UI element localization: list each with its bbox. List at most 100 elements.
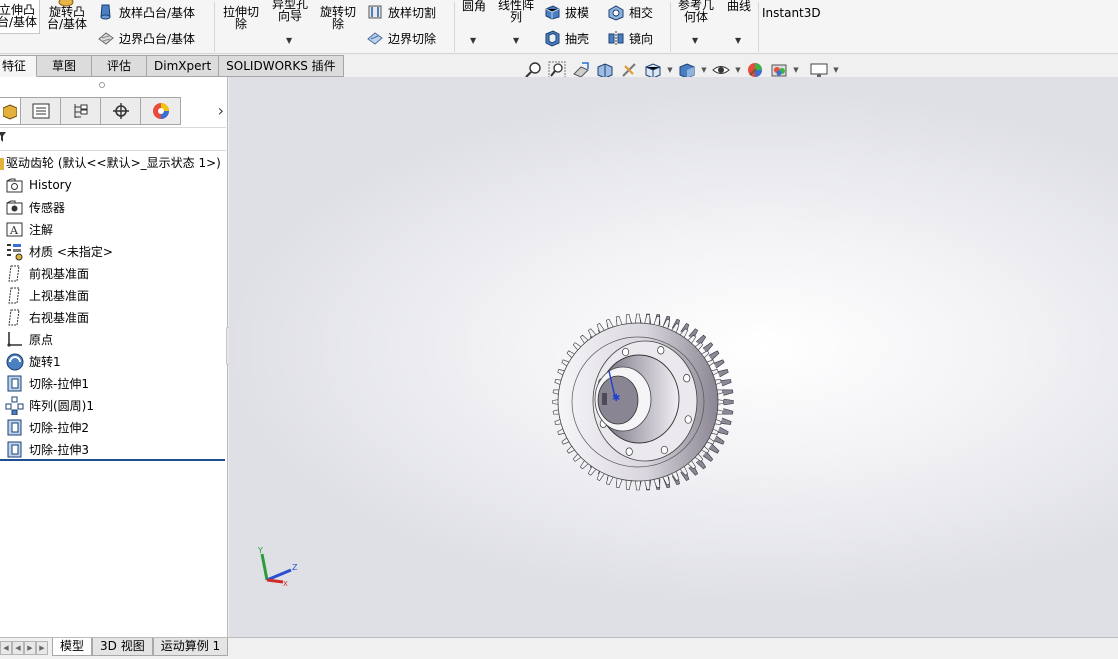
fillet-dropdown-icon[interactable]: ▼ [470,36,476,45]
tab-evaluate[interactable]: 评估 [92,55,148,77]
dimxpert-manager-icon [112,103,129,119]
svg-text:A: A [9,224,19,237]
filter-icon [0,132,6,142]
display-style-dropdown-icon[interactable]: ▼ [700,66,708,74]
reference-geometry-button[interactable]: 参考几 何体 [673,0,719,23]
plane-icon [8,287,20,303]
tab-solidworks-addins[interactable]: SOLIDWORKS 插件 [219,55,344,77]
tree-item[interactable]: History [5,174,72,196]
loft-boss-icon [100,4,111,20]
intersect-button[interactable]: 相交 [607,1,653,23]
tab-model[interactable]: 模型 [52,638,93,656]
tree-item[interactable]: 切除-拉伸2 [5,416,89,438]
instant3d-button[interactable]: Instant3D [762,7,821,19]
tree-item[interactable]: 原点 [5,328,53,350]
curves-button[interactable]: 曲线 [723,0,755,12]
feature-manager-panel: › 驱动齿轮 (默认<<默认>_显示状态 1>) History 传感器 A 注解 材质… [0,77,228,640]
tab-property-manager[interactable] [21,97,61,125]
curves-dropdown-icon[interactable]: ▼ [735,36,741,45]
chevron-right-icon[interactable]: › [218,101,224,120]
rollback-bar[interactable] [0,459,225,461]
tab-navigation: ◀ ◀ ▶ ▶ [0,641,48,655]
linear-pattern-button[interactable]: 线性阵 列 [494,0,538,23]
revolve-cut-button[interactable]: 旋转切 除 [316,6,360,30]
mirror-button[interactable]: 镜向 [607,27,653,49]
linear-pattern-dropdown-icon[interactable]: ▼ [513,36,519,45]
tab-feature-manager[interactable] [0,97,21,125]
reference-triad[interactable]: Y Z X [253,542,303,592]
lightening-hole [683,374,691,383]
triad-x-label: X [283,580,288,588]
shell-button[interactable]: 抽壳 [543,27,589,49]
configuration-manager-icon [74,104,87,118]
view-settings-dropdown-icon[interactable]: ▼ [832,66,840,74]
tab-sketch[interactable]: 草图 [37,55,93,77]
next-tab-icon[interactable]: ▶ [24,641,36,655]
tree-item[interactable]: 传感器 [5,196,65,218]
tree-item[interactable]: 右视基准面 [5,306,89,328]
history-folder-icon [6,178,23,192]
origin-marker: ✱ [612,393,620,404]
triad-z-axis [266,568,292,582]
tree-item-label: 旋转1 [29,354,61,369]
tree-item[interactable]: 上视基准面 [5,284,89,306]
tab-configuration-manager[interactable] [61,97,101,125]
tab-dimxpert[interactable]: DimXpert [147,55,220,77]
tab-3d-views[interactable]: 3D 视图 [92,638,153,656]
bottom-tabs: 模型 3D 视图 运动算例 1 [52,638,229,656]
tree-item[interactable]: 材质 <未指定> [5,240,113,262]
tab-display-manager[interactable] [141,97,181,125]
boundary-boss-button[interactable]: 边界凸台/基体 [97,27,195,49]
loft-cut-icon [368,5,382,19]
loft-cut-button[interactable]: 放样切割 [366,1,436,23]
command-manager-ribbon: 立伸凸 台/基体 旋转凸 台/基体 放样凸台/基体 边界凸台/基体 拉伸切 除 … [0,0,1118,54]
revolve-boss-button[interactable]: 旋转凸 台/基体 [44,0,90,30]
solidworks-window: 立伸凸 台/基体 旋转凸 台/基体 放样凸台/基体 边界凸台/基体 拉伸切 除 … [0,0,1118,659]
tree-item-label: History [29,178,72,192]
tree-item[interactable]: 旋转1 [5,350,61,372]
loft-boss-button[interactable]: 放样凸台/基体 [97,1,195,23]
gear-model[interactable]: ✱ [549,309,739,495]
triad-x-axis [266,578,284,584]
panel-grip[interactable] [99,82,105,88]
fillet-button[interactable]: 圆角 [458,0,490,12]
extrude-cut-button[interactable]: 拉伸切 除 [219,6,263,30]
tree-item[interactable]: 前视基准面 [5,262,89,284]
tree-item-label: 切除-拉伸2 [29,420,89,435]
cut-extrude-icon [7,441,22,457]
tab-dimxpert-manager[interactable] [101,97,141,125]
reference-geometry-dropdown-icon[interactable]: ▼ [692,36,698,45]
feature-tree-filter[interactable] [0,127,226,151]
cut-extrude-icon [7,375,22,391]
extrude-boss-button[interactable]: 立伸凸 台/基体 [0,0,40,34]
tree-item-label: 阵列(圆周)1 [29,398,94,413]
tree-item[interactable]: 阵列(圆周)1 [5,394,94,416]
command-manager-tabs: 特征 草图 评估 DimXpert SOLIDWORKS 插件 [0,54,344,77]
tree-item[interactable]: A 注解 [5,218,53,240]
tree-root-part[interactable]: 驱动齿轮 (默认<<默认>_显示状态 1>) [0,154,221,171]
view-orientation-dropdown-icon[interactable]: ▼ [666,66,674,74]
draft-icon [545,5,560,20]
tab-motion-study[interactable]: 运动算例 1 [152,638,229,656]
plane-icon [8,309,20,325]
first-tab-icon[interactable]: ◀ [0,641,12,655]
shell-icon [545,30,560,47]
last-tab-icon[interactable]: ▶ [36,641,48,655]
draft-button[interactable]: 拔模 [543,1,589,23]
tree-item-label: 切除-拉伸3 [29,442,89,457]
hole-wizard-dropdown-icon[interactable]: ▼ [286,36,292,45]
revolve-icon [6,353,24,370]
sensor-icon [6,200,23,214]
apply-scene-dropdown-icon[interactable]: ▼ [792,66,800,74]
cut-extrude-icon [7,419,22,435]
tab-features[interactable]: 特征 [0,55,38,77]
graphics-area[interactable]: ✱ Y Z X [229,77,1118,640]
tree-item[interactable]: 切除-拉伸1 [5,372,89,394]
hole-wizard-button[interactable]: 异型孔 向导 [268,0,312,22]
tree-item-label: 传感器 [29,200,66,215]
tree-item[interactable]: 切除-拉伸3 [5,438,89,460]
triad-y-axis [260,553,269,581]
boundary-cut-button[interactable]: 边界切除 [366,27,436,49]
prev-tab-icon[interactable]: ◀ [12,641,24,655]
hide-show-dropdown-icon[interactable]: ▼ [734,66,742,74]
